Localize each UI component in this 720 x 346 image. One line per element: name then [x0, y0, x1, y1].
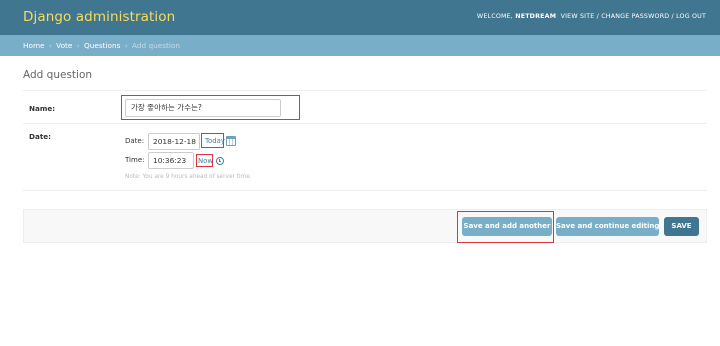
- view-site-link[interactable]: VIEW SITE: [561, 13, 595, 20]
- highlight-box-now: [196, 154, 213, 167]
- name-label: Name:: [29, 104, 56, 113]
- site-brand[interactable]: Django administration: [23, 9, 175, 25]
- username: NETDREAM: [515, 13, 557, 20]
- time-sub-label: Time:: [125, 156, 145, 164]
- welcome-text: WELCOME,: [476, 13, 514, 20]
- date-label: Date:: [29, 132, 52, 141]
- breadcrumb-home[interactable]: Home: [23, 41, 45, 50]
- time-input[interactable]: 10:36:23: [148, 152, 194, 169]
- breadcrumb-questions[interactable]: Questions: [84, 41, 120, 50]
- breadcrumb-vote[interactable]: Vote: [56, 41, 72, 50]
- calendar-icon[interactable]: [226, 136, 236, 146]
- page-title: Add question: [23, 69, 93, 81]
- breadcrumb-separator: ›: [48, 41, 52, 50]
- date-input[interactable]: 2018-12-18: [148, 133, 200, 150]
- highlight-box-save-add-another: [457, 211, 554, 243]
- save-button[interactable]: SAVE: [664, 217, 699, 236]
- clock-icon[interactable]: [216, 157, 224, 165]
- highlight-box-name: [121, 95, 300, 120]
- form-row-divider: [23, 123, 707, 124]
- form-row-divider: [23, 90, 707, 91]
- highlight-box-today: [201, 133, 224, 148]
- save-and-continue-button[interactable]: Save and continue editing: [556, 217, 659, 236]
- form-row-divider: [23, 190, 707, 191]
- date-sub-label: Date:: [125, 137, 145, 145]
- log-out-link[interactable]: LOG OUT: [676, 13, 706, 20]
- site-header: Django administration WELCOME, NETDREAM …: [0, 0, 720, 35]
- timezone-help-text: Note: You are 9 hours ahead of server ti…: [125, 174, 252, 180]
- user-tools: WELCOME, NETDREAM VIEW SITE / CHANGE PAS…: [477, 13, 706, 20]
- breadcrumb-trail: Home › Vote › Questions › Add question: [23, 41, 180, 50]
- breadcrumb-current: Add question: [132, 41, 180, 50]
- breadcrumb: Home › Vote › Questions › Add question: [0, 35, 720, 56]
- breadcrumb-separator: ›: [124, 41, 128, 50]
- breadcrumb-separator: ›: [76, 41, 80, 50]
- change-password-link[interactable]: CHANGE PASSWORD: [601, 13, 669, 20]
